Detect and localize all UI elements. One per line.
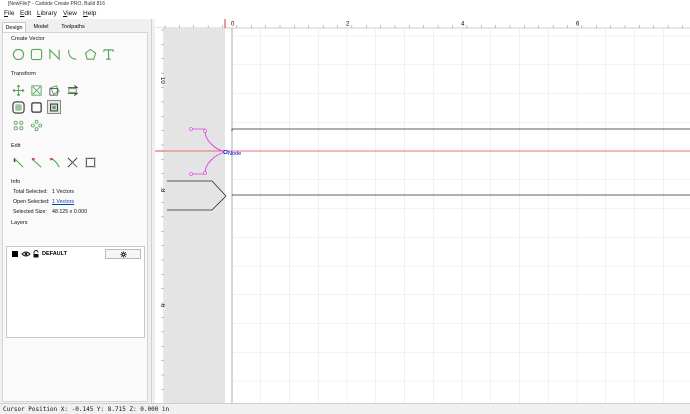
- rectangle-icon[interactable]: [29, 47, 43, 61]
- menu-library[interactable]: Library: [37, 10, 57, 17]
- rotate-icon[interactable]: [47, 83, 61, 97]
- polygon-icon[interactable]: [83, 47, 97, 61]
- selected-size-value: 48.125 x 0.000: [52, 209, 88, 215]
- linear-array-icon[interactable]: [29, 118, 43, 132]
- status-bar: Cursor Position X: -0.145 Y: 8.715 Z: 0.…: [0, 403, 690, 414]
- tab-toolpaths[interactable]: Toolpaths: [58, 22, 88, 32]
- menu-edit[interactable]: Edit: [20, 10, 31, 17]
- layers-list: DEFAULT: [6, 246, 145, 338]
- fillet-icon[interactable]: [47, 155, 61, 169]
- join-icon[interactable]: [29, 100, 43, 114]
- active-node: [223, 150, 228, 154]
- stock-margin-area: [165, 28, 225, 403]
- eye-icon[interactable]: [21, 250, 31, 258]
- offset-icon[interactable]: [11, 100, 25, 114]
- curve-icon[interactable]: [65, 47, 79, 61]
- grid: [231, 28, 690, 403]
- gear-icon: [119, 250, 127, 258]
- menu-view[interactable]: View: [63, 10, 77, 17]
- node-label: Node: [228, 151, 241, 157]
- total-selected-value: 1 Vectors: [52, 189, 75, 195]
- cut-icon[interactable]: [65, 155, 79, 169]
- open-selected-label: Open Selected:: [13, 199, 50, 205]
- resize-icon[interactable]: [29, 83, 43, 97]
- mirror-icon[interactable]: [65, 83, 79, 97]
- menu-help[interactable]: Help: [83, 10, 96, 17]
- design-canvas[interactable]: 0 2 4 6 10 8 6 Node: [155, 19, 690, 403]
- open-selected-link[interactable]: 1 Vectors: [52, 199, 74, 205]
- circular-array-icon[interactable]: [11, 118, 25, 132]
- text-icon[interactable]: [101, 47, 115, 61]
- align-icon[interactable]: [83, 155, 97, 169]
- panel-tabs: Design Model Toolpaths: [2, 22, 148, 32]
- move-icon[interactable]: [11, 83, 25, 97]
- selected-size-row: Selected Size: 48.125 x 0.000: [13, 209, 87, 215]
- tab-design[interactable]: Design: [2, 22, 26, 32]
- menu-file[interactable]: File: [4, 10, 15, 17]
- lock-icon[interactable]: [32, 250, 40, 258]
- info-label: Info: [11, 179, 21, 185]
- cursor-position-readout: Cursor Position X: -0.145 Y: 8.715 Z: 0.…: [3, 406, 170, 413]
- left-panel: Design Model Toolpaths Create Vector Tra…: [0, 19, 152, 403]
- tab-model[interactable]: Model: [28, 22, 54, 32]
- layer-row-default[interactable]: DEFAULT: [10, 249, 143, 259]
- vector-upper-line: [231, 128, 690, 131]
- create-vector-label: Create Vector: [11, 36, 45, 42]
- polyline-icon[interactable]: [47, 47, 61, 61]
- circle-icon[interactable]: [11, 47, 25, 61]
- menu-bar: File Edit Library View Help: [0, 9, 690, 19]
- open-selected-row: Open Selected: 1 Vectors: [13, 199, 74, 205]
- node-edit-icon[interactable]: [11, 155, 25, 169]
- title-bar: [NewFile]* - Carbide Create PRO, Build 8…: [0, 0, 690, 9]
- boolean-icon[interactable]: [47, 100, 61, 114]
- selected-size-label: Selected Size:: [13, 209, 47, 215]
- design-panel: Create Vector Transform Edit Info Total …: [2, 32, 148, 402]
- total-selected-row: Total Selected: 1 Vectors: [13, 189, 74, 195]
- ruler-left-label-10: 10: [159, 77, 165, 84]
- layer-color-swatch[interactable]: [12, 251, 18, 257]
- window-title: [NewFile]* - Carbide Create PRO, Build 8…: [8, 1, 105, 7]
- left-ruler: 10 8 6: [155, 28, 165, 403]
- transform-label: Transform: [11, 71, 36, 77]
- layers-label: Layers: [11, 220, 28, 226]
- top-ruler: 0 2 4 6: [155, 19, 690, 29]
- total-selected-label: Total Selected:: [13, 189, 48, 195]
- layer-settings-button[interactable]: [105, 249, 141, 259]
- layer-name: DEFAULT: [42, 251, 67, 257]
- edit-label: Edit: [11, 143, 21, 149]
- trim-icon[interactable]: [29, 155, 43, 169]
